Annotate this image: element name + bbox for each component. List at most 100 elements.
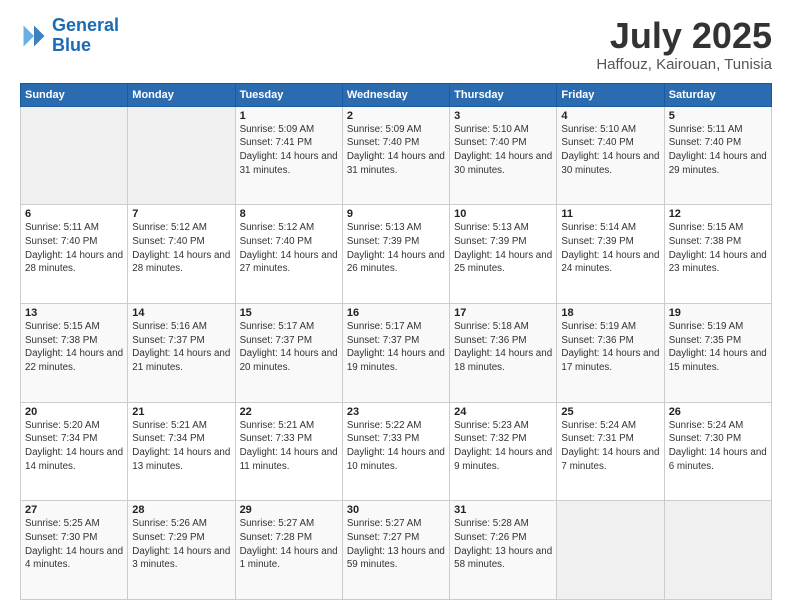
day-number: 26 (669, 406, 767, 418)
calendar-header-thursday: Thursday (450, 83, 557, 106)
calendar-cell: 17Sunrise: 5:18 AMSunset: 7:36 PMDayligh… (450, 303, 557, 402)
day-number: 19 (669, 307, 767, 319)
calendar-cell: 8Sunrise: 5:12 AMSunset: 7:40 PMDaylight… (235, 205, 342, 304)
calendar-cell: 22Sunrise: 5:21 AMSunset: 7:33 PMDayligh… (235, 402, 342, 501)
calendar-cell: 24Sunrise: 5:23 AMSunset: 7:32 PMDayligh… (450, 402, 557, 501)
calendar-row-3: 20Sunrise: 5:20 AMSunset: 7:34 PMDayligh… (21, 402, 772, 501)
day-info: Sunrise: 5:10 AMSunset: 7:40 PMDaylight:… (454, 123, 552, 178)
day-number: 8 (240, 208, 338, 220)
calendar-cell (557, 501, 664, 600)
day-number: 1 (240, 110, 338, 122)
day-number: 5 (669, 110, 767, 122)
day-info: Sunrise: 5:11 AMSunset: 7:40 PMDaylight:… (669, 123, 767, 178)
calendar-cell: 28Sunrise: 5:26 AMSunset: 7:29 PMDayligh… (128, 501, 235, 600)
day-number: 2 (347, 110, 445, 122)
calendar-cell: 26Sunrise: 5:24 AMSunset: 7:30 PMDayligh… (664, 402, 771, 501)
day-number: 16 (347, 307, 445, 319)
day-info: Sunrise: 5:22 AMSunset: 7:33 PMDaylight:… (347, 419, 445, 474)
calendar-cell: 29Sunrise: 5:27 AMSunset: 7:28 PMDayligh… (235, 501, 342, 600)
day-info: Sunrise: 5:13 AMSunset: 7:39 PMDaylight:… (454, 221, 552, 276)
day-number: 24 (454, 406, 552, 418)
calendar-table: SundayMondayTuesdayWednesdayThursdayFrid… (20, 83, 772, 600)
day-number: 17 (454, 307, 552, 319)
calendar-cell: 23Sunrise: 5:22 AMSunset: 7:33 PMDayligh… (342, 402, 449, 501)
day-info: Sunrise: 5:28 AMSunset: 7:26 PMDaylight:… (454, 517, 552, 572)
calendar-cell (128, 106, 235, 205)
calendar-cell: 31Sunrise: 5:28 AMSunset: 7:26 PMDayligh… (450, 501, 557, 600)
day-info: Sunrise: 5:24 AMSunset: 7:30 PMDaylight:… (669, 419, 767, 474)
calendar-header-sunday: Sunday (21, 83, 128, 106)
calendar-header-wednesday: Wednesday (342, 83, 449, 106)
calendar-cell: 11Sunrise: 5:14 AMSunset: 7:39 PMDayligh… (557, 205, 664, 304)
calendar-row-1: 6Sunrise: 5:11 AMSunset: 7:40 PMDaylight… (21, 205, 772, 304)
day-info: Sunrise: 5:09 AMSunset: 7:41 PMDaylight:… (240, 123, 338, 178)
day-info: Sunrise: 5:24 AMSunset: 7:31 PMDaylight:… (561, 419, 659, 474)
day-info: Sunrise: 5:16 AMSunset: 7:37 PMDaylight:… (132, 320, 230, 375)
day-number: 10 (454, 208, 552, 220)
day-number: 21 (132, 406, 230, 418)
day-info: Sunrise: 5:11 AMSunset: 7:40 PMDaylight:… (25, 221, 123, 276)
logo-blue: Blue (52, 36, 119, 56)
day-info: Sunrise: 5:12 AMSunset: 7:40 PMDaylight:… (132, 221, 230, 276)
day-number: 15 (240, 307, 338, 319)
calendar-row-4: 27Sunrise: 5:25 AMSunset: 7:30 PMDayligh… (21, 501, 772, 600)
day-info: Sunrise: 5:14 AMSunset: 7:39 PMDaylight:… (561, 221, 659, 276)
day-info: Sunrise: 5:17 AMSunset: 7:37 PMDaylight:… (347, 320, 445, 375)
calendar-row-0: 1Sunrise: 5:09 AMSunset: 7:41 PMDaylight… (21, 106, 772, 205)
logo-text: General Blue (52, 16, 119, 56)
title-block: July 2025 Haffouz, Kairouan, Tunisia (596, 16, 772, 73)
day-info: Sunrise: 5:12 AMSunset: 7:40 PMDaylight:… (240, 221, 338, 276)
day-number: 9 (347, 208, 445, 220)
calendar-cell: 6Sunrise: 5:11 AMSunset: 7:40 PMDaylight… (21, 205, 128, 304)
day-info: Sunrise: 5:17 AMSunset: 7:37 PMDaylight:… (240, 320, 338, 375)
location-title: Haffouz, Kairouan, Tunisia (596, 56, 772, 73)
day-info: Sunrise: 5:15 AMSunset: 7:38 PMDaylight:… (25, 320, 123, 375)
day-number: 4 (561, 110, 659, 122)
day-number: 20 (25, 406, 123, 418)
day-info: Sunrise: 5:19 AMSunset: 7:35 PMDaylight:… (669, 320, 767, 375)
calendar-cell: 7Sunrise: 5:12 AMSunset: 7:40 PMDaylight… (128, 205, 235, 304)
calendar-header-saturday: Saturday (664, 83, 771, 106)
day-number: 28 (132, 504, 230, 516)
day-number: 22 (240, 406, 338, 418)
calendar-cell: 21Sunrise: 5:21 AMSunset: 7:34 PMDayligh… (128, 402, 235, 501)
calendar-header-row: SundayMondayTuesdayWednesdayThursdayFrid… (21, 83, 772, 106)
day-info: Sunrise: 5:23 AMSunset: 7:32 PMDaylight:… (454, 419, 552, 474)
day-info: Sunrise: 5:10 AMSunset: 7:40 PMDaylight:… (561, 123, 659, 178)
day-info: Sunrise: 5:09 AMSunset: 7:40 PMDaylight:… (347, 123, 445, 178)
calendar-cell (664, 501, 771, 600)
day-info: Sunrise: 5:26 AMSunset: 7:29 PMDaylight:… (132, 517, 230, 572)
day-number: 3 (454, 110, 552, 122)
calendar-cell (21, 106, 128, 205)
calendar-cell: 30Sunrise: 5:27 AMSunset: 7:27 PMDayligh… (342, 501, 449, 600)
header: General Blue July 2025 Haffouz, Kairouan… (20, 16, 772, 73)
logo: General Blue (20, 16, 119, 56)
day-info: Sunrise: 5:21 AMSunset: 7:34 PMDaylight:… (132, 419, 230, 474)
day-number: 14 (132, 307, 230, 319)
calendar-cell: 1Sunrise: 5:09 AMSunset: 7:41 PMDaylight… (235, 106, 342, 205)
logo-general: General (52, 15, 119, 35)
day-number: 25 (561, 406, 659, 418)
day-number: 27 (25, 504, 123, 516)
logo-icon (20, 22, 48, 50)
day-number: 7 (132, 208, 230, 220)
day-number: 23 (347, 406, 445, 418)
day-info: Sunrise: 5:27 AMSunset: 7:27 PMDaylight:… (347, 517, 445, 572)
day-number: 6 (25, 208, 123, 220)
day-info: Sunrise: 5:25 AMSunset: 7:30 PMDaylight:… (25, 517, 123, 572)
day-info: Sunrise: 5:15 AMSunset: 7:38 PMDaylight:… (669, 221, 767, 276)
calendar-cell: 2Sunrise: 5:09 AMSunset: 7:40 PMDaylight… (342, 106, 449, 205)
calendar-header-friday: Friday (557, 83, 664, 106)
day-info: Sunrise: 5:21 AMSunset: 7:33 PMDaylight:… (240, 419, 338, 474)
day-number: 31 (454, 504, 552, 516)
calendar-cell: 25Sunrise: 5:24 AMSunset: 7:31 PMDayligh… (557, 402, 664, 501)
calendar-cell: 9Sunrise: 5:13 AMSunset: 7:39 PMDaylight… (342, 205, 449, 304)
calendar-row-2: 13Sunrise: 5:15 AMSunset: 7:38 PMDayligh… (21, 303, 772, 402)
day-info: Sunrise: 5:19 AMSunset: 7:36 PMDaylight:… (561, 320, 659, 375)
calendar-cell: 5Sunrise: 5:11 AMSunset: 7:40 PMDaylight… (664, 106, 771, 205)
calendar-cell: 16Sunrise: 5:17 AMSunset: 7:37 PMDayligh… (342, 303, 449, 402)
calendar-cell: 12Sunrise: 5:15 AMSunset: 7:38 PMDayligh… (664, 205, 771, 304)
calendar-header-tuesday: Tuesday (235, 83, 342, 106)
day-number: 29 (240, 504, 338, 516)
calendar-cell: 15Sunrise: 5:17 AMSunset: 7:37 PMDayligh… (235, 303, 342, 402)
